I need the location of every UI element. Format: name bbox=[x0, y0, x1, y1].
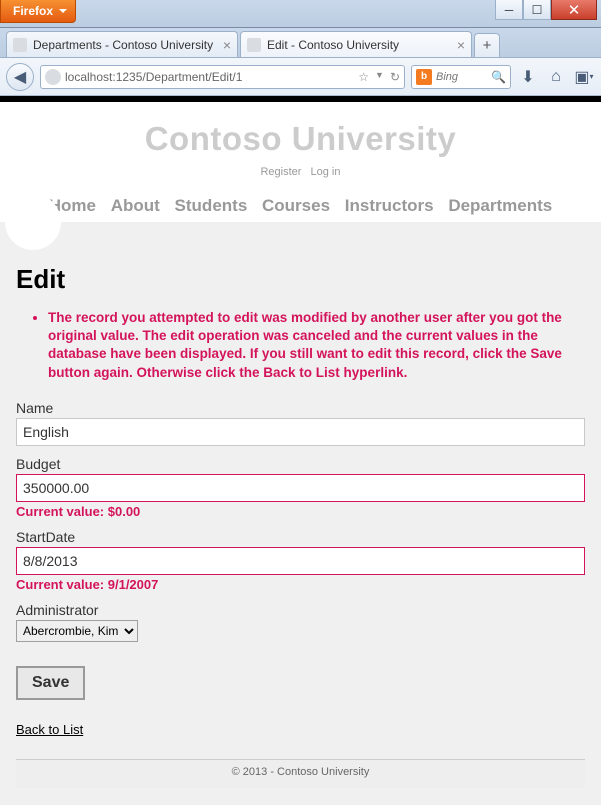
field-startdate: StartDate Current value: 9/1/2007 bbox=[16, 529, 585, 592]
bing-icon: b bbox=[416, 69, 432, 85]
browser-tab[interactable]: Departments - Contoso University × bbox=[6, 31, 238, 57]
label-startdate: StartDate bbox=[16, 529, 585, 545]
page-header: Contoso University Register Log in Home … bbox=[0, 102, 601, 222]
label-name: Name bbox=[16, 400, 585, 416]
browser-tab-active[interactable]: Edit - Contoso University × bbox=[240, 31, 472, 57]
nav-courses[interactable]: Courses bbox=[262, 196, 330, 215]
label-administrator: Administrator bbox=[16, 602, 585, 618]
main-nav: Home About Students Courses Instructors … bbox=[16, 196, 585, 216]
page-footer: © 2013 - Contoso University bbox=[16, 759, 585, 788]
browser-toolbar: ◀ ☆ ▼ ↻ b 🔍 ⬇ ⌂ ▣▾ bbox=[0, 58, 601, 96]
favicon-icon bbox=[247, 38, 261, 52]
close-tab-icon[interactable]: × bbox=[223, 37, 231, 53]
search-bar[interactable]: b 🔍 bbox=[411, 65, 511, 89]
page-viewport: Contoso University Register Log in Home … bbox=[0, 96, 601, 805]
nav-instructors[interactable]: Instructors bbox=[345, 196, 434, 215]
input-name[interactable] bbox=[16, 418, 585, 446]
globe-icon bbox=[45, 69, 61, 85]
downloads-button[interactable]: ⬇ bbox=[517, 66, 539, 88]
register-link[interactable]: Register bbox=[260, 166, 301, 178]
field-name: Name bbox=[16, 400, 585, 446]
home-button[interactable]: ⌂ bbox=[545, 66, 567, 88]
page-title: Edit bbox=[16, 264, 585, 295]
search-icon[interactable]: 🔍 bbox=[491, 70, 506, 84]
minimize-button[interactable]: ─ bbox=[495, 0, 523, 20]
url-bar[interactable]: ☆ ▼ ↻ bbox=[40, 65, 405, 89]
new-tab-button[interactable]: + bbox=[474, 33, 500, 57]
save-button[interactable]: Save bbox=[16, 666, 85, 700]
chevron-down-icon bbox=[59, 9, 67, 13]
current-value-startdate: Current value: 9/1/2007 bbox=[16, 577, 585, 592]
page-content: Edit The record you attempted to edit wa… bbox=[0, 258, 601, 798]
input-startdate[interactable] bbox=[16, 547, 585, 575]
url-input[interactable] bbox=[65, 70, 354, 84]
login-link[interactable]: Log in bbox=[311, 166, 341, 178]
close-button[interactable]: ✕ bbox=[551, 0, 597, 20]
firefox-menu-button[interactable]: Firefox bbox=[0, 0, 76, 23]
back-to-list-link[interactable]: Back to List bbox=[16, 722, 83, 737]
firefox-menu-label: Firefox bbox=[13, 4, 53, 18]
auth-links: Register Log in bbox=[16, 166, 585, 178]
window-titlebar: Firefox ─ ☐ ✕ bbox=[0, 0, 601, 28]
reload-icon[interactable]: ↻ bbox=[390, 70, 400, 84]
maximize-button[interactable]: ☐ bbox=[523, 0, 551, 20]
close-tab-icon[interactable]: × bbox=[457, 37, 465, 53]
back-button[interactable]: ◀ bbox=[6, 63, 34, 91]
nav-about[interactable]: About bbox=[111, 196, 160, 215]
avatar-placeholder bbox=[5, 194, 61, 250]
dropdown-icon[interactable]: ▼ bbox=[375, 70, 384, 84]
nav-students[interactable]: Students bbox=[175, 196, 248, 215]
select-administrator[interactable]: Abercrombie, Kim bbox=[16, 620, 138, 642]
tab-bar: Departments - Contoso University × Edit … bbox=[0, 28, 601, 58]
window-controls: ─ ☐ ✕ bbox=[495, 0, 597, 20]
search-input[interactable] bbox=[436, 71, 476, 83]
favicon-icon bbox=[13, 38, 27, 52]
field-administrator: Administrator Abercrombie, Kim bbox=[16, 602, 585, 642]
bookmark-icon[interactable]: ☆ bbox=[358, 70, 369, 84]
header-divider bbox=[0, 222, 601, 258]
input-budget[interactable] bbox=[16, 474, 585, 502]
tab-title: Departments - Contoso University bbox=[33, 38, 213, 52]
site-brand: Contoso University bbox=[16, 120, 585, 158]
validation-message: The record you attempted to edit was mod… bbox=[48, 309, 585, 382]
validation-summary: The record you attempted to edit was mod… bbox=[16, 309, 585, 382]
current-value-budget: Current value: $0.00 bbox=[16, 504, 585, 519]
tab-title: Edit - Contoso University bbox=[267, 38, 399, 52]
nav-departments[interactable]: Departments bbox=[448, 196, 552, 215]
field-budget: Budget Current value: $0.00 bbox=[16, 456, 585, 519]
label-budget: Budget bbox=[16, 456, 585, 472]
bookmarks-button[interactable]: ▣▾ bbox=[573, 66, 595, 88]
